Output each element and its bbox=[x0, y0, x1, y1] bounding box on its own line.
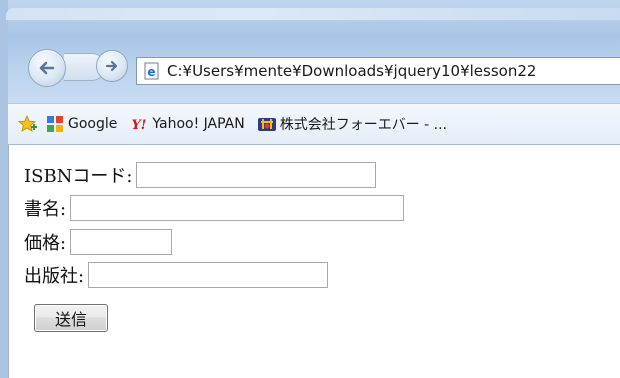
submit-button-label: 送信 bbox=[54, 310, 87, 329]
title-input[interactable] bbox=[70, 195, 405, 221]
isbn-label: ISBNコード: bbox=[24, 166, 133, 187]
favorite-google-label: Google bbox=[68, 116, 118, 132]
google-icon bbox=[47, 116, 63, 132]
price-label: 価格: bbox=[24, 233, 67, 254]
favorite-forever[interactable]: 株式会社フォーエバー - ... bbox=[257, 114, 447, 134]
content-left-border bbox=[8, 145, 9, 378]
forward-button[interactable] bbox=[96, 50, 128, 82]
favorite-google[interactable]: Google bbox=[46, 115, 117, 133]
publisher-row: 出版社: bbox=[24, 262, 329, 288]
back-arrow-icon bbox=[39, 61, 55, 75]
favorite-forever-label: 株式会社フォーエバー - ... bbox=[279, 117, 448, 133]
title-label: 書名: bbox=[24, 199, 67, 220]
title-row: 書名: bbox=[24, 195, 405, 221]
favorites-bar: Google Y! Yahoo! JAPAN 株式会社フォーエバー - ... bbox=[8, 103, 620, 145]
favorites-star-icon bbox=[18, 115, 37, 132]
title-bar bbox=[6, 8, 620, 20]
favorite-yahoo-label: Yahoo! JAPAN bbox=[152, 116, 245, 132]
back-button[interactable] bbox=[28, 49, 66, 87]
price-input[interactable] bbox=[70, 229, 173, 255]
address-text: C:¥Users¥mente¥Downloads¥jquery10¥lesson… bbox=[167, 62, 537, 80]
forward-arrow-icon bbox=[105, 60, 118, 72]
ie-page-icon: e bbox=[143, 62, 161, 80]
submit-button[interactable]: 送信 bbox=[34, 304, 108, 332]
svg-text:Y!: Y! bbox=[132, 118, 147, 131]
favorite-yahoo[interactable]: Y! Yahoo! JAPAN bbox=[129, 116, 245, 132]
forever-icon bbox=[257, 118, 276, 131]
favorites-star-button[interactable] bbox=[18, 115, 38, 133]
price-row: 価格: bbox=[24, 229, 173, 255]
publisher-label: 出版社: bbox=[24, 266, 85, 287]
window-left-edge bbox=[0, 0, 8, 378]
svg-text:e: e bbox=[147, 65, 155, 79]
publisher-input[interactable] bbox=[88, 262, 329, 288]
yahoo-icon: Y! bbox=[132, 118, 147, 131]
browser-window: e C:¥Users¥mente¥Downloads¥jquery10¥less… bbox=[0, 0, 620, 378]
address-bar[interactable]: e C:¥Users¥mente¥Downloads¥jquery10¥less… bbox=[136, 57, 620, 85]
isbn-input[interactable] bbox=[136, 162, 377, 188]
isbn-row: ISBNコード: bbox=[24, 162, 377, 188]
